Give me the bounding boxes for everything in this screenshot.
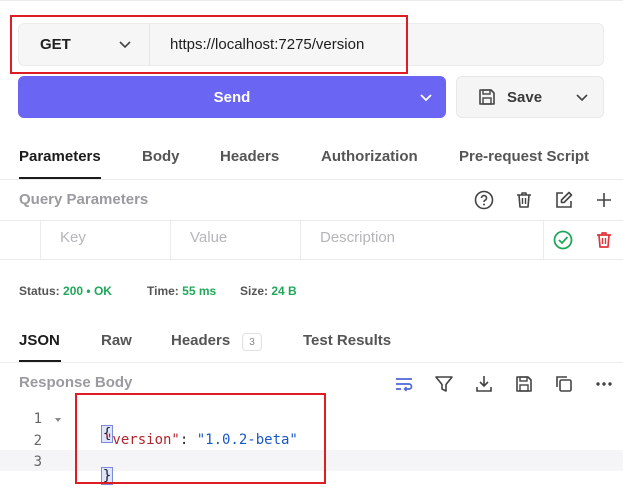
- status-label: Status:: [19, 284, 60, 298]
- column-divider: [543, 220, 544, 260]
- param-row: [0, 220, 623, 260]
- tab-pre-request-script[interactable]: Pre-request Script: [459, 148, 589, 172]
- filter-icon[interactable]: [433, 373, 455, 395]
- send-button[interactable]: Send: [18, 76, 446, 118]
- plus-icon[interactable]: [593, 189, 615, 211]
- status-line: Status: 200 • OK: [19, 284, 112, 298]
- annotation-highlight-box: [10, 15, 408, 74]
- check-circle-icon[interactable]: [552, 229, 574, 251]
- line-number: 1: [33, 411, 42, 427]
- trash-icon[interactable]: [513, 189, 535, 211]
- size-value: 24 B: [271, 284, 297, 298]
- time-label: Time:: [147, 284, 179, 298]
- download-icon[interactable]: [473, 373, 495, 395]
- tab-parameters[interactable]: Parameters: [19, 148, 101, 172]
- copy-icon[interactable]: [553, 373, 575, 395]
- time-line: Time: 55 ms: [147, 284, 216, 298]
- response-body-title: Response Body: [19, 374, 133, 391]
- chevron-down-icon[interactable]: [418, 89, 434, 105]
- edit-icon[interactable]: [553, 189, 575, 211]
- line-number: 2: [33, 433, 42, 449]
- top-divider: [0, 0, 623, 1]
- column-divider: [170, 220, 171, 260]
- column-divider: [300, 220, 301, 260]
- tabs-divider: [0, 179, 623, 180]
- description-input[interactable]: Description: [320, 229, 395, 246]
- column-divider: [40, 220, 41, 260]
- annotation-highlight-box: [75, 393, 326, 484]
- headers-count-badge: 3: [242, 333, 262, 351]
- tab-json[interactable]: JSON: [19, 332, 60, 349]
- save-icon: [479, 89, 495, 105]
- tab-raw[interactable]: Raw: [101, 332, 132, 349]
- save-response-icon[interactable]: [513, 373, 535, 395]
- status-code: 200: [63, 284, 84, 298]
- size-line: Size: 24 B: [240, 284, 297, 298]
- save-label: Save: [507, 88, 543, 106]
- line-number: 3: [33, 454, 42, 470]
- tab-authorization[interactable]: Authorization: [321, 148, 418, 172]
- wrap-lines-icon[interactable]: [393, 373, 415, 395]
- tab-response-headers[interactable]: Headers: [171, 332, 230, 349]
- more-options-icon[interactable]: [593, 373, 615, 395]
- tab-headers[interactable]: Headers: [220, 148, 279, 172]
- chevron-down-icon[interactable]: [575, 90, 589, 104]
- value-input[interactable]: Value: [190, 229, 227, 246]
- tab-test-results[interactable]: Test Results: [303, 332, 391, 349]
- status-text: OK: [93, 284, 112, 298]
- query-parameters-title: Query Parameters: [19, 191, 149, 208]
- fold-caret-icon[interactable]: [54, 416, 62, 424]
- key-input[interactable]: Key: [60, 229, 86, 246]
- tab-body[interactable]: Body: [142, 148, 180, 172]
- time-value: 55 ms: [182, 284, 217, 298]
- delete-icon[interactable]: [593, 229, 615, 251]
- size-label: Size:: [240, 284, 269, 298]
- status-separator-dot: •: [86, 284, 94, 298]
- response-tabs-divider: [0, 362, 623, 363]
- help-icon[interactable]: [473, 189, 495, 211]
